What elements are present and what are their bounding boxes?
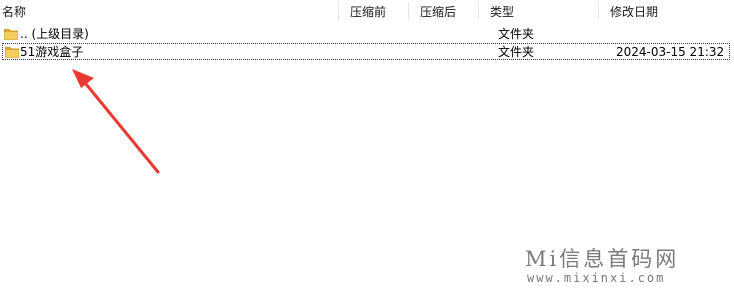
column-divider[interactable]: [478, 2, 479, 20]
list-item-modified: 2024-03-15 21:32: [616, 45, 725, 59]
file-list-window: 名称 压缩前 压缩后 类型 修改日期 .. (上级目录) 文件夹 51游戏盒子 …: [0, 0, 734, 300]
folder-icon: [4, 29, 18, 40]
list-item-type: 文件夹: [498, 45, 535, 59]
list-item-parent-directory[interactable]: .. (上级目录) 文件夹: [2, 26, 730, 43]
list-item-name: 51游戏盒子: [20, 45, 84, 59]
list-item-type: 文件夹: [498, 27, 535, 41]
column-header-uncompressed[interactable]: 压缩后: [420, 4, 456, 20]
column-divider[interactable]: [598, 2, 599, 20]
column-header-modified[interactable]: 修改日期: [610, 4, 658, 20]
column-header-bar: 名称 压缩前 压缩后 类型 修改日期: [0, 0, 734, 22]
column-divider[interactable]: [408, 2, 409, 20]
list-item-folder[interactable]: 51游戏盒子 文件夹 2024-03-15 21:32: [2, 43, 730, 60]
watermark-url: www.mixinxi.com: [527, 271, 666, 285]
folder-icon: [5, 47, 19, 58]
column-header-name[interactable]: 名称: [2, 4, 26, 20]
column-header-type[interactable]: 类型: [490, 4, 514, 20]
column-divider[interactable]: [338, 2, 339, 20]
watermark-title: Mi信息首码网: [525, 247, 680, 271]
list-item-name: .. (上级目录): [20, 27, 89, 41]
column-header-compressed[interactable]: 压缩前: [350, 4, 386, 20]
